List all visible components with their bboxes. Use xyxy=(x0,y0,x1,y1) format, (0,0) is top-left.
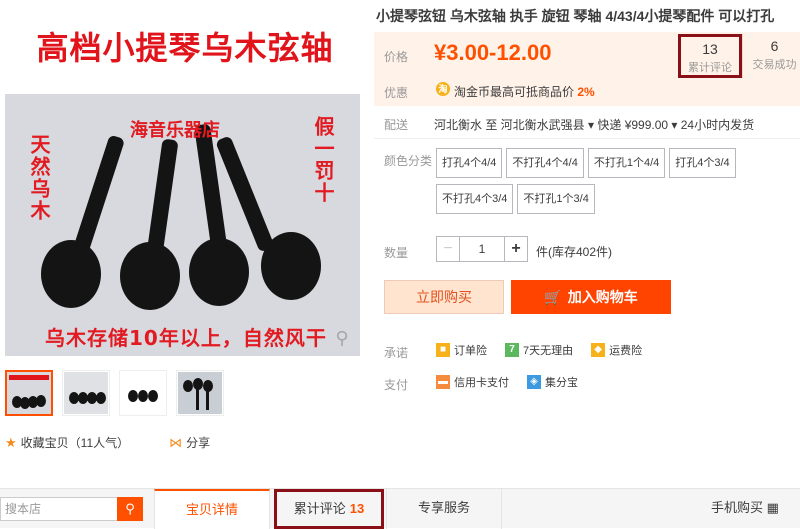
price-value: ¥3.00-12.00 xyxy=(434,40,552,65)
discount-label: 优惠 xyxy=(384,86,409,100)
mobile-purchase-button[interactable]: 手机购买 ▦ xyxy=(690,489,800,529)
favorite-button[interactable]: ★ 收藏宝贝（11人气） xyxy=(5,434,129,451)
thumbnail-image xyxy=(121,372,165,414)
sku-option[interactable]: 不打孔4个4/4 xyxy=(506,148,584,178)
thumbnail-1[interactable] xyxy=(5,370,53,416)
tab-reviews[interactable]: 累计评论 13 xyxy=(274,489,384,529)
credit-card-item[interactable]: ▬ 信用卡支付 xyxy=(436,374,509,390)
thumbnail-4[interactable] xyxy=(176,370,224,416)
cart-icon: 🛒 xyxy=(544,289,562,305)
sold-count: 6 xyxy=(770,38,779,54)
payment-list: ▬ 信用卡支付 ◈ 集分宝 xyxy=(436,374,578,390)
tab-product-details[interactable]: 宝贝详情 xyxy=(154,489,270,529)
search-icon: ⚲ xyxy=(125,501,135,516)
main-product-image[interactable]: 海音乐器店 天然乌木 假一罚十 乌木存储10年以上，自然风干 ⚲ xyxy=(5,94,360,356)
banner-title: 高档小提琴乌木弦轴 xyxy=(36,29,334,67)
seven-day-label: 7天无理由 xyxy=(523,345,574,357)
discount-percent: 2% xyxy=(577,85,595,99)
reviews-count: 13 xyxy=(702,41,718,57)
discount-text: 淘金币最高可抵商品价 2% xyxy=(454,85,595,99)
add-to-cart-button[interactable]: 🛒 加入购物车 xyxy=(511,280,671,314)
sku-option[interactable]: 不打孔1个4/4 xyxy=(587,148,666,178)
share-label: 分享 xyxy=(186,436,211,450)
photo-left-label: 天然乌木 xyxy=(27,134,51,222)
sku-option[interactable]: 不打孔1个3/4 xyxy=(517,184,595,214)
thumbnail-image xyxy=(7,372,51,414)
photo-right-label: 假一罚十 xyxy=(311,116,335,204)
order-insurance-icon: ■ xyxy=(436,343,450,357)
quantity-input[interactable]: 1 xyxy=(460,236,504,262)
jifenbao-item[interactable]: ◈ 集分宝 xyxy=(527,374,578,390)
thumbnail-3[interactable] xyxy=(119,370,167,416)
thumbnail-image xyxy=(178,372,222,414)
share-icon: ⋈ xyxy=(169,434,183,450)
qr-code-icon: ▦ xyxy=(766,500,779,515)
sold-stat: 6 交易成功 xyxy=(742,34,800,78)
tab-reviews-label: 累计评论 xyxy=(293,501,346,516)
thumbnail-2[interactable] xyxy=(62,370,110,416)
add-to-cart-label: 加入购物车 xyxy=(567,289,638,305)
photo-shop-label: 海音乐器店 xyxy=(130,120,220,141)
share-button[interactable]: ⋈ 分享 xyxy=(169,434,210,451)
sku-option[interactable]: 打孔4个3/4 xyxy=(669,148,736,178)
buy-now-button[interactable]: 立即购买 xyxy=(384,280,504,314)
promise-label: 承诺 xyxy=(384,346,409,360)
search-button[interactable]: ⚲ xyxy=(117,497,143,521)
shipping-insurance-item[interactable]: ◆ 运费险 xyxy=(591,342,642,358)
stock-text: 件(库存402件) xyxy=(536,245,613,259)
sku-option[interactable]: 打孔4个4/4 xyxy=(436,148,503,178)
promise-list: ■ 订单险 7 7天无理由 ◆ 运费险 xyxy=(436,342,642,358)
price-label: 价格 xyxy=(384,50,409,64)
product-banner: 高档小提琴乌木弦轴 xyxy=(0,0,370,92)
order-insurance-item[interactable]: ■ 订单险 xyxy=(436,342,487,358)
shipping-insurance-label: 运费险 xyxy=(609,345,643,357)
taojinbi-coin-icon: 淘 xyxy=(436,82,450,96)
sku-options: 打孔4个4/4 不打孔4个4/4 不打孔1个4/4 打孔4个3/4 不打孔4个3… xyxy=(436,148,736,214)
photo-bottom-label: 乌木存储10年以上，自然风干 xyxy=(45,326,327,350)
fav-share-row: ★ 收藏宝贝（11人气） ⋈ 分享 xyxy=(5,434,210,451)
thumbnail-strip xyxy=(5,370,224,416)
mobile-purchase-label: 手机购买 xyxy=(711,500,764,515)
price-panel: 价格 ¥3.00-12.00 优惠 淘 淘金币最高可抵商品价 2% 13 累计评… xyxy=(374,32,800,106)
reviews-stat[interactable]: 13 累计评论 xyxy=(678,34,742,78)
jifenbao-label: 集分宝 xyxy=(545,377,578,389)
credit-card-icon: ▬ xyxy=(436,375,450,389)
shipping-label: 配送 xyxy=(384,118,409,132)
order-insurance-label: 订单险 xyxy=(454,345,487,357)
shipping-insurance-icon: ◆ xyxy=(591,343,606,357)
color-category-label: 颜色分类 xyxy=(384,154,433,168)
quantity-stepper: − 1 + xyxy=(436,236,528,262)
thumbnail-image xyxy=(64,372,108,414)
payment-label: 支付 xyxy=(384,378,409,392)
sold-label: 交易成功 xyxy=(752,59,797,71)
shipping-info[interactable]: 河北衡水 至 河北衡水武强县 ▾ 快递 ¥999.00 ▾ 24小时内发货 xyxy=(434,116,754,133)
shop-search-input[interactable]: 搜本店 xyxy=(0,497,118,521)
seven-day-icon: 7 xyxy=(505,343,519,357)
reviews-label: 累计评论 xyxy=(688,62,732,74)
tab-exclusive-service[interactable]: 专享服务 xyxy=(386,489,502,529)
seven-day-return-item[interactable]: 7 7天无理由 xyxy=(505,342,573,358)
divider xyxy=(374,138,800,139)
sku-option[interactable]: 不打孔4个3/4 xyxy=(436,184,514,214)
jifenbao-icon: ◈ xyxy=(527,375,541,389)
favorite-label: 收藏宝贝（11人气） xyxy=(20,436,130,450)
bottom-nav-bar: 搜本店 ⚲ 宝贝详情 累计评论 13 专享服务 手机购买 ▦ xyxy=(0,488,800,529)
product-title: 小提琴弦钮 乌木弦轴 执手 旋钮 琴轴 4/43/4小提琴配件 可以打孔 xyxy=(376,8,775,24)
star-icon: ★ xyxy=(5,434,17,450)
quantity-decrease-button[interactable]: − xyxy=(436,236,460,262)
tab-reviews-count: 13 xyxy=(349,501,365,516)
zoom-icon[interactable]: ⚲ xyxy=(332,328,352,348)
quantity-increase-button[interactable]: + xyxy=(504,236,528,262)
credit-card-label: 信用卡支付 xyxy=(454,377,509,389)
quantity-label: 数量 xyxy=(384,246,409,260)
